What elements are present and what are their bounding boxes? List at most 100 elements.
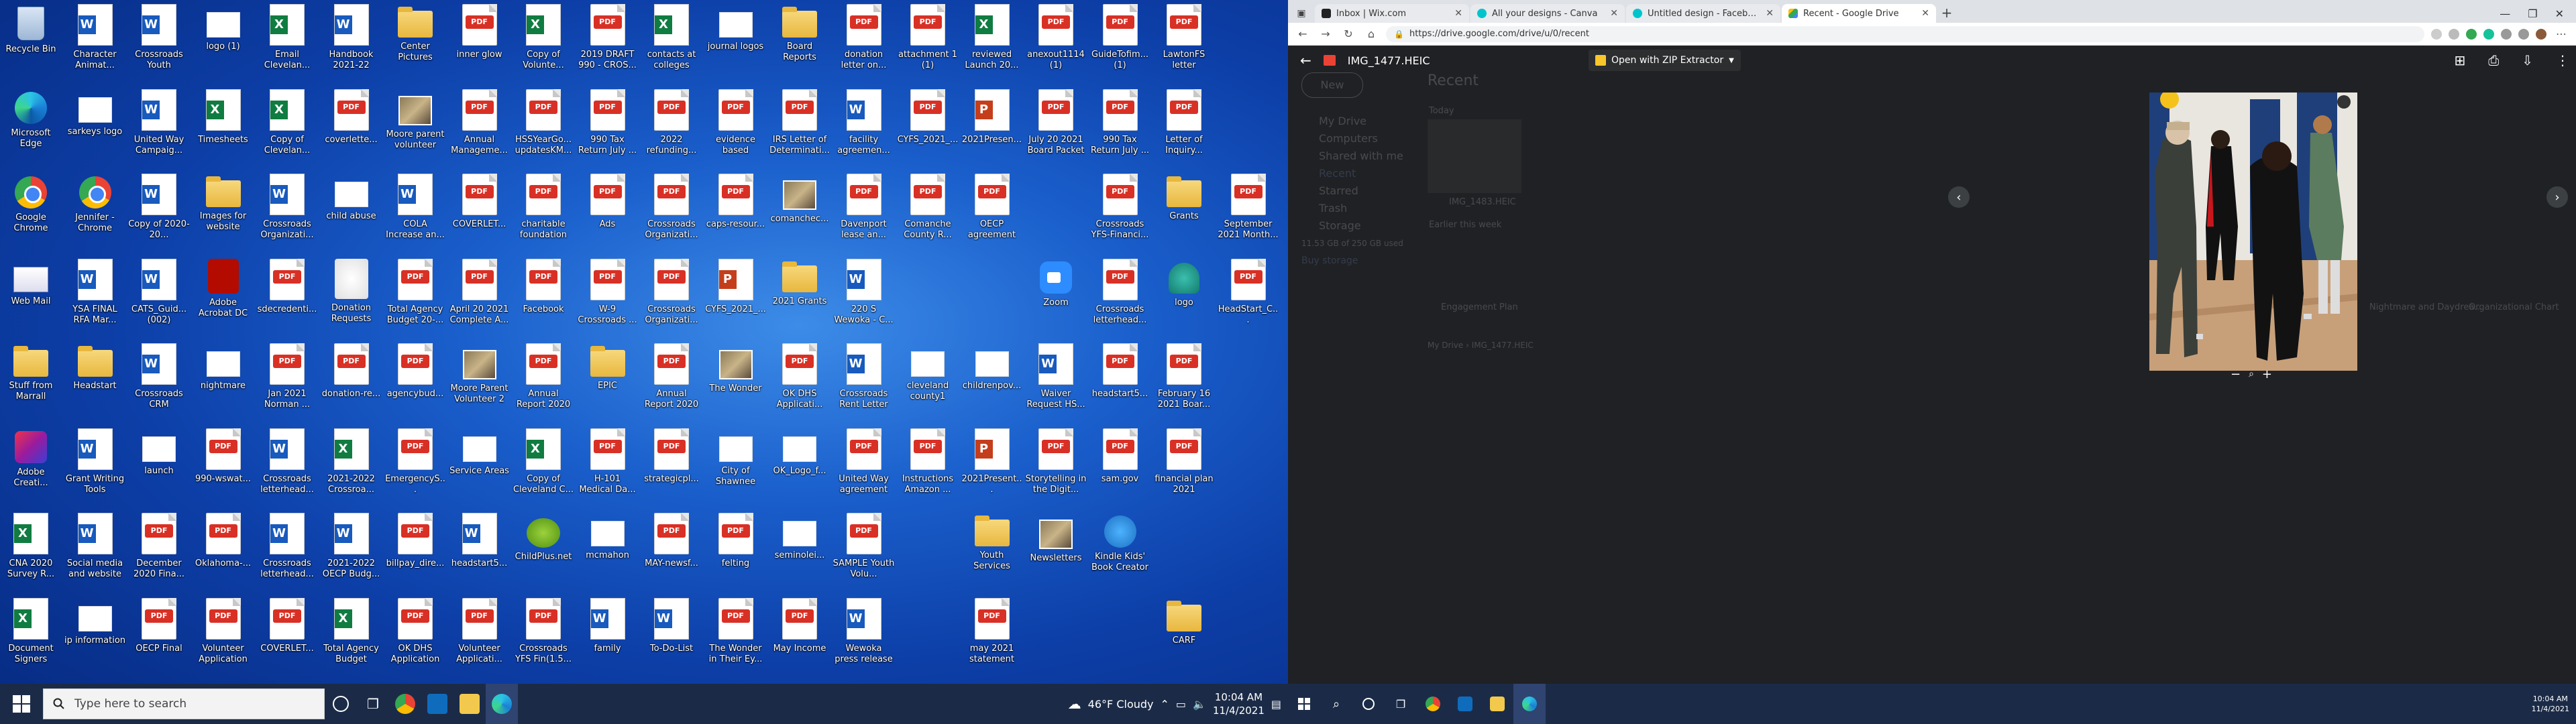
desktop-icon-anexout1114-1[interactable]: anexout1114 (1)	[1025, 0, 1087, 80]
desktop-icon-crossroads-crm[interactable]: Crossroads CRM	[128, 339, 190, 420]
desktop-icon-headstart-c[interactable]: HeadStart_C...	[1218, 255, 1279, 335]
new-tab-button[interactable]: +	[1937, 4, 1956, 23]
desktop-icon-agencybud[interactable]: agencybud...	[384, 339, 446, 420]
desktop-icon-kindle-kids-book-creator[interactable]: Kindle Kids' Book Creator	[1089, 509, 1151, 589]
desktop-icon-coverlette[interactable]: coverlette...	[321, 85, 382, 166]
profile-avatar-icon[interactable]	[2536, 28, 2546, 40]
forward-icon[interactable]: →	[1318, 27, 1334, 40]
desktop-icon-davenport-lease-an[interactable]: Davenport lease an...	[833, 170, 895, 250]
close-icon[interactable]: ✕	[1921, 8, 1929, 19]
desktop-icon-facebook[interactable]: Facebook	[513, 255, 574, 335]
desktop-icon-copy-of-volunte[interactable]: Copy of Volunte...	[513, 0, 574, 80]
desktop-icon-center-pictures[interactable]: Center Pictures	[384, 0, 446, 80]
desktop-icon-july-20-2021-board-packet[interactable]: July 20 2021 Board Packet	[1025, 85, 1087, 166]
desktop-icon-2021-2022-crossroa[interactable]: 2021-2022 Crossroa...	[321, 424, 382, 505]
share-icon[interactable]	[2431, 28, 2442, 40]
desktop-icon-sarkeys-logo[interactable]: sarkeys logo	[64, 85, 126, 166]
desktop-icon-may-income[interactable]: May Income	[769, 594, 830, 674]
desktop-icon-donation-re[interactable]: donation-re...	[321, 339, 382, 420]
desktop-icon-ok-dhs-application[interactable]: OK DHS Application	[384, 594, 446, 674]
search-input[interactable]	[73, 697, 290, 711]
clock-secondary[interactable]: 10:04 AM 11/4/2021	[2532, 694, 2569, 714]
desktop-icon-990-tax-return-july[interactable]: 990 Tax Return July ...	[1089, 85, 1151, 166]
taskbar-file-explorer-secondary[interactable]	[1481, 684, 1513, 724]
taskbar-outlook[interactable]	[421, 684, 453, 724]
desktop-icon-youth-services[interactable]: Youth Services	[961, 509, 1023, 589]
desktop-icon-annual-report-2020[interactable]: Annual Report 2020	[513, 339, 574, 420]
desktop-icon-2021present[interactable]: 2021Present...	[961, 424, 1023, 505]
desktop-icon-sample-youth-volu[interactable]: SAMPLE Youth Volu...	[833, 509, 895, 589]
desktop-icon-microsoft-edge[interactable]: Microsoft Edge	[0, 85, 62, 166]
desktop-icon-headstart[interactable]: Headstart	[64, 339, 126, 420]
chevron-down-icon[interactable]: ▼	[1729, 57, 1734, 64]
desktop-icon-comanche-county-r[interactable]: Comanche County R...	[897, 170, 959, 250]
nav-trash[interactable]: Trash	[1301, 200, 1403, 217]
desktop-icon-logo[interactable]: logo	[1153, 255, 1215, 335]
desktop-icon-web-mail[interactable]: Web Mail	[0, 255, 62, 335]
desktop-icon-facility-agreemen[interactable]: facility agreemen...	[833, 85, 895, 166]
desktop-icon-google-chrome[interactable]: Google Chrome	[0, 170, 62, 250]
zoom-out-icon[interactable]: −	[2231, 367, 2241, 381]
desktop-icon-annual-report-2020[interactable]: Annual Report 2020	[641, 339, 702, 420]
desktop-icon-990-tax-return-july[interactable]: 990 Tax Return July ...	[577, 85, 639, 166]
desktop-icon-crossroads-organizati[interactable]: Crossroads Organizati...	[641, 170, 702, 250]
nav-my-drive[interactable]: My Drive	[1301, 113, 1403, 130]
tab-wix-inbox[interactable]: Inbox | Wix.com ✕	[1315, 4, 1469, 23]
desktop-icon-ok-dhs-applicati[interactable]: OK DHS Applicati...	[769, 339, 830, 420]
extension-green-icon[interactable]	[2466, 28, 2477, 40]
desktop-icon-service-areas[interactable]: Service Areas	[449, 424, 511, 505]
desktop-icon-hssyeargo-updateskm[interactable]: HSSYearGo... updatesKM...	[513, 85, 574, 166]
desktop-icon-crossroads-youth[interactable]: Crossroads Youth	[128, 0, 190, 80]
desktop-icon-social-media-and-website[interactable]: Social media and website	[64, 509, 126, 589]
cortana-button-secondary[interactable]	[1352, 684, 1385, 724]
desktop-icon-charitable-foundation[interactable]: charitable foundation	[513, 170, 574, 250]
desktop-icon-board-reports[interactable]: Board Reports	[769, 0, 830, 80]
desktop-icon-volunteer-applicati[interactable]: Volunteer Applicati...	[449, 594, 511, 674]
desktop-icon-recycle-bin[interactable]: Recycle Bin	[0, 0, 62, 80]
desktop-icon-carf[interactable]: CARF	[1153, 594, 1215, 674]
desktop-icon-billpay-dire[interactable]: billpay_dire...	[384, 509, 446, 589]
task-view-button-secondary[interactable]: ❐	[1385, 684, 1417, 724]
desktop-icon-images-for-website[interactable]: Images for website	[193, 170, 254, 250]
desktop-icon-child-abuse[interactable]: child abuse	[321, 170, 382, 250]
notification-icon[interactable]: ▤	[1271, 698, 1281, 711]
desktop-icon-emergencys[interactable]: EmergencyS...	[384, 424, 446, 505]
desktop-icon-storytelling-in-the-digit[interactable]: Storytelling in the Digit...	[1025, 424, 1087, 505]
desktop-icon-sam-gov[interactable]: sam.gov	[1089, 424, 1151, 505]
nav-recent[interactable]: Recent	[1301, 165, 1403, 182]
taskbar-outlook-secondary[interactable]	[1449, 684, 1481, 724]
taskbar-edge[interactable]	[486, 684, 518, 724]
favorites-star-icon[interactable]	[2449, 28, 2459, 40]
desktop-icon-cyfs-2021[interactable]: CYFS_2021_...	[897, 85, 959, 166]
desktop-icon-jennifer-chrome[interactable]: Jennifer - Chrome	[64, 170, 126, 250]
nav-starred[interactable]: Starred	[1301, 182, 1403, 200]
taskbar-file-explorer[interactable]	[453, 684, 486, 724]
taskbar-chrome[interactable]	[389, 684, 421, 724]
breadcrumb-root[interactable]: My Drive	[1428, 341, 1463, 350]
clock[interactable]: 10:04 AM 11/4/2021	[1213, 690, 1265, 717]
extension-grammarly-icon[interactable]	[2483, 28, 2494, 40]
desktop-icon-launch[interactable]: launch	[128, 424, 190, 505]
desktop-icon-financial-plan-2021[interactable]: financial plan 2021	[1153, 424, 1215, 505]
desktop-icon-donation-letter-on[interactable]: donation letter on...	[833, 0, 895, 80]
desktop-icon-adobe-acrobat-dc[interactable]: Adobe Acrobat DC	[193, 255, 254, 335]
desktop-icon-guidetofim-1[interactable]: GuideTofim... (1)	[1089, 0, 1151, 80]
desktop-icon-document-signers[interactable]: Document Signers	[0, 594, 62, 674]
desktop-icon-family[interactable]: family	[577, 594, 639, 674]
desktop-icon-ads[interactable]: Ads	[577, 170, 639, 250]
desktop-icon-childrenpov[interactable]: childrenpov...	[961, 339, 1023, 420]
nav-computers[interactable]: Computers	[1301, 130, 1403, 147]
desktop-icon-cyfs-2021[interactable]: CYFS_2021_...	[705, 255, 767, 335]
desktop-icon-felting[interactable]: felting	[705, 509, 767, 589]
desktop-icon-timesheets[interactable]: Timesheets	[193, 85, 254, 166]
desktop-icon-caps-resour[interactable]: caps-resour...	[705, 170, 767, 250]
nav-storage[interactable]: Storage	[1301, 217, 1403, 235]
volume-icon[interactable]: 🔈	[1193, 698, 1206, 711]
tab-google-drive[interactable]: Recent - Google Drive ✕	[1782, 4, 1936, 23]
home-icon[interactable]: ⌂	[1363, 27, 1379, 40]
desktop-icon-moore-parent-volunteer-2[interactable]: Moore Parent Volunteer 2	[449, 339, 511, 420]
desktop-icon-crossroads-yfs-financi[interactable]: Crossroads YFS-Financi...	[1089, 170, 1151, 250]
desktop-icon-crossroads-letterhead[interactable]: Crossroads letterhead...	[1089, 255, 1151, 335]
desktop-icon-copy-of-cleveland-c[interactable]: Copy of Cleveland C...	[513, 424, 574, 505]
desktop-icon-comanchec[interactable]: comanchec...	[769, 170, 830, 250]
